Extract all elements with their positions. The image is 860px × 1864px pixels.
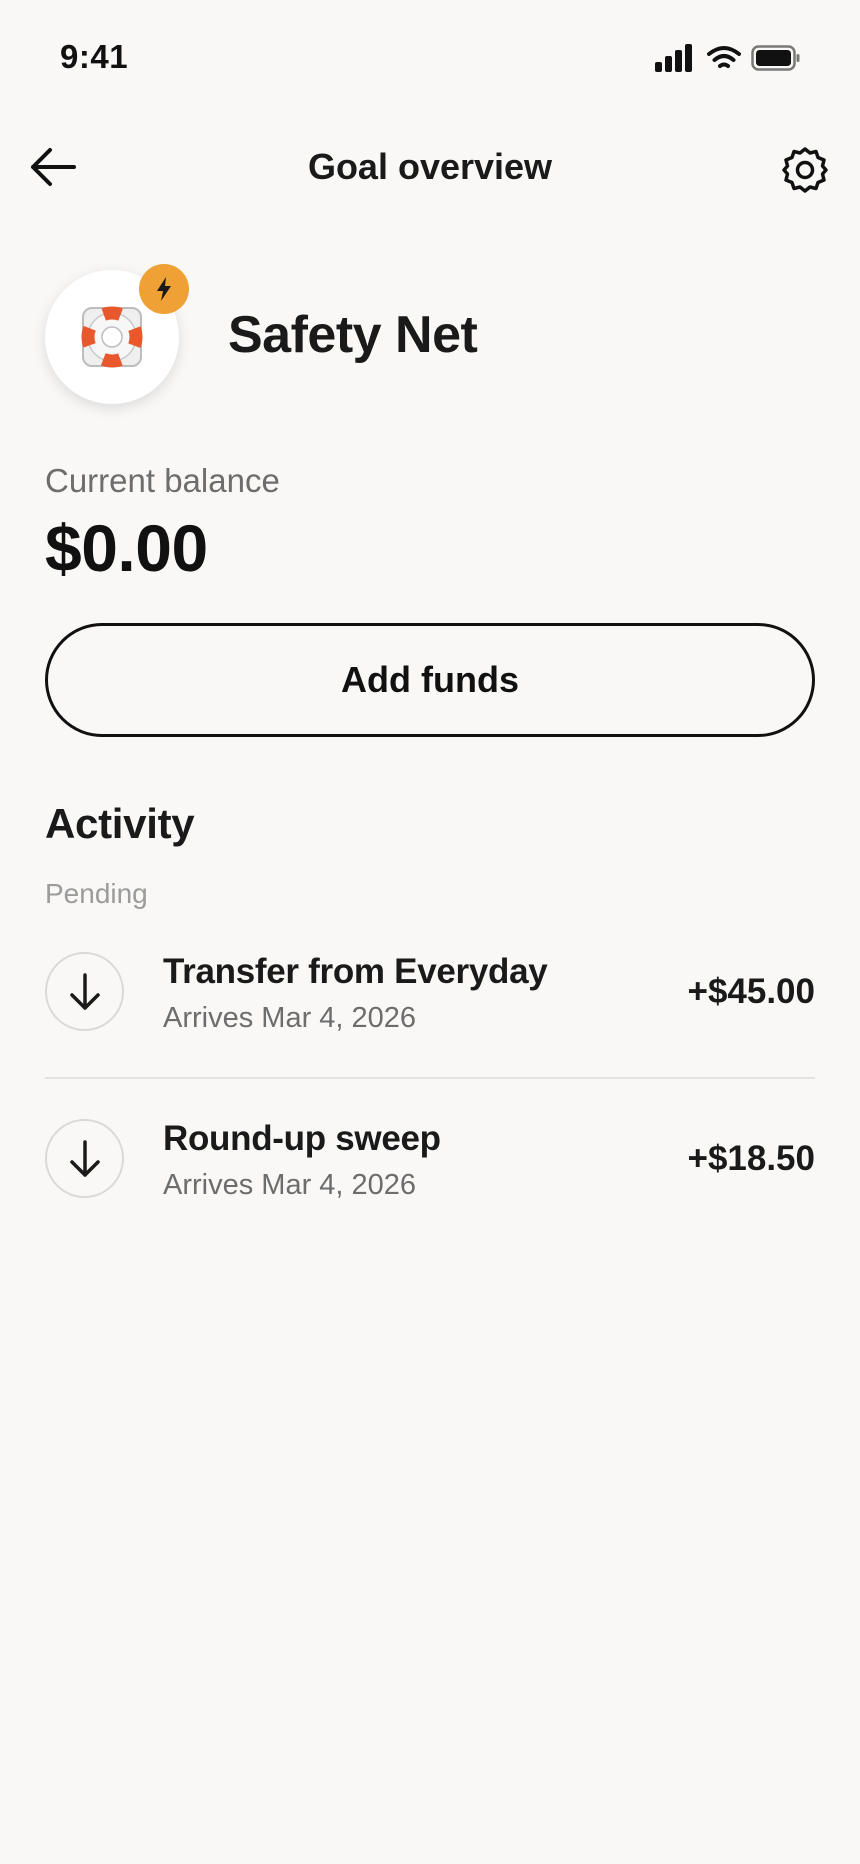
transaction-amount: +$45.00 <box>687 972 816 1011</box>
transaction-icon-circle <box>45 952 124 1031</box>
goal-name: Safety Net <box>228 306 478 364</box>
lifebuoy-icon <box>81 306 143 368</box>
lightning-bolt-icon <box>157 277 171 301</box>
page-title: Goal overview <box>307 146 553 187</box>
transaction-row[interactable]: Round-up sweep Arrives Mar 4, 2026 +$18.… <box>45 1085 815 1235</box>
arrow-down-icon <box>69 972 100 1010</box>
settings-button[interactable] <box>780 145 830 195</box>
status-bar: 9:41 <box>0 0 860 110</box>
transaction-icon-circle <box>45 1119 124 1198</box>
signal-icon <box>655 44 692 72</box>
gear-icon <box>782 147 828 193</box>
goal-badge <box>139 264 189 314</box>
transaction-amount: +$18.50 <box>687 1139 816 1178</box>
transaction-title: Round-up sweep <box>163 1119 441 1158</box>
divider <box>45 1077 815 1079</box>
transaction-title: Transfer from Everyday <box>163 952 548 991</box>
pending-section-label: Pending <box>45 878 148 909</box>
transaction-subtitle: Arrives Mar 4, 2026 <box>163 1169 417 1201</box>
balance-amount: $0.00 <box>45 511 208 585</box>
status-time: 9:41 <box>60 38 129 75</box>
add-funds-button[interactable]: Add funds <box>45 623 815 737</box>
transaction-row[interactable]: Transfer from Everyday Arrives Mar 4, 20… <box>45 918 815 1068</box>
activity-heading: Activity <box>45 800 195 847</box>
arrow-down-icon <box>69 1139 100 1177</box>
balance-label: Current balance <box>45 462 280 499</box>
transaction-subtitle: Arrives Mar 4, 2026 <box>163 1002 417 1034</box>
wifi-icon <box>707 46 741 68</box>
battery-icon <box>751 45 800 71</box>
